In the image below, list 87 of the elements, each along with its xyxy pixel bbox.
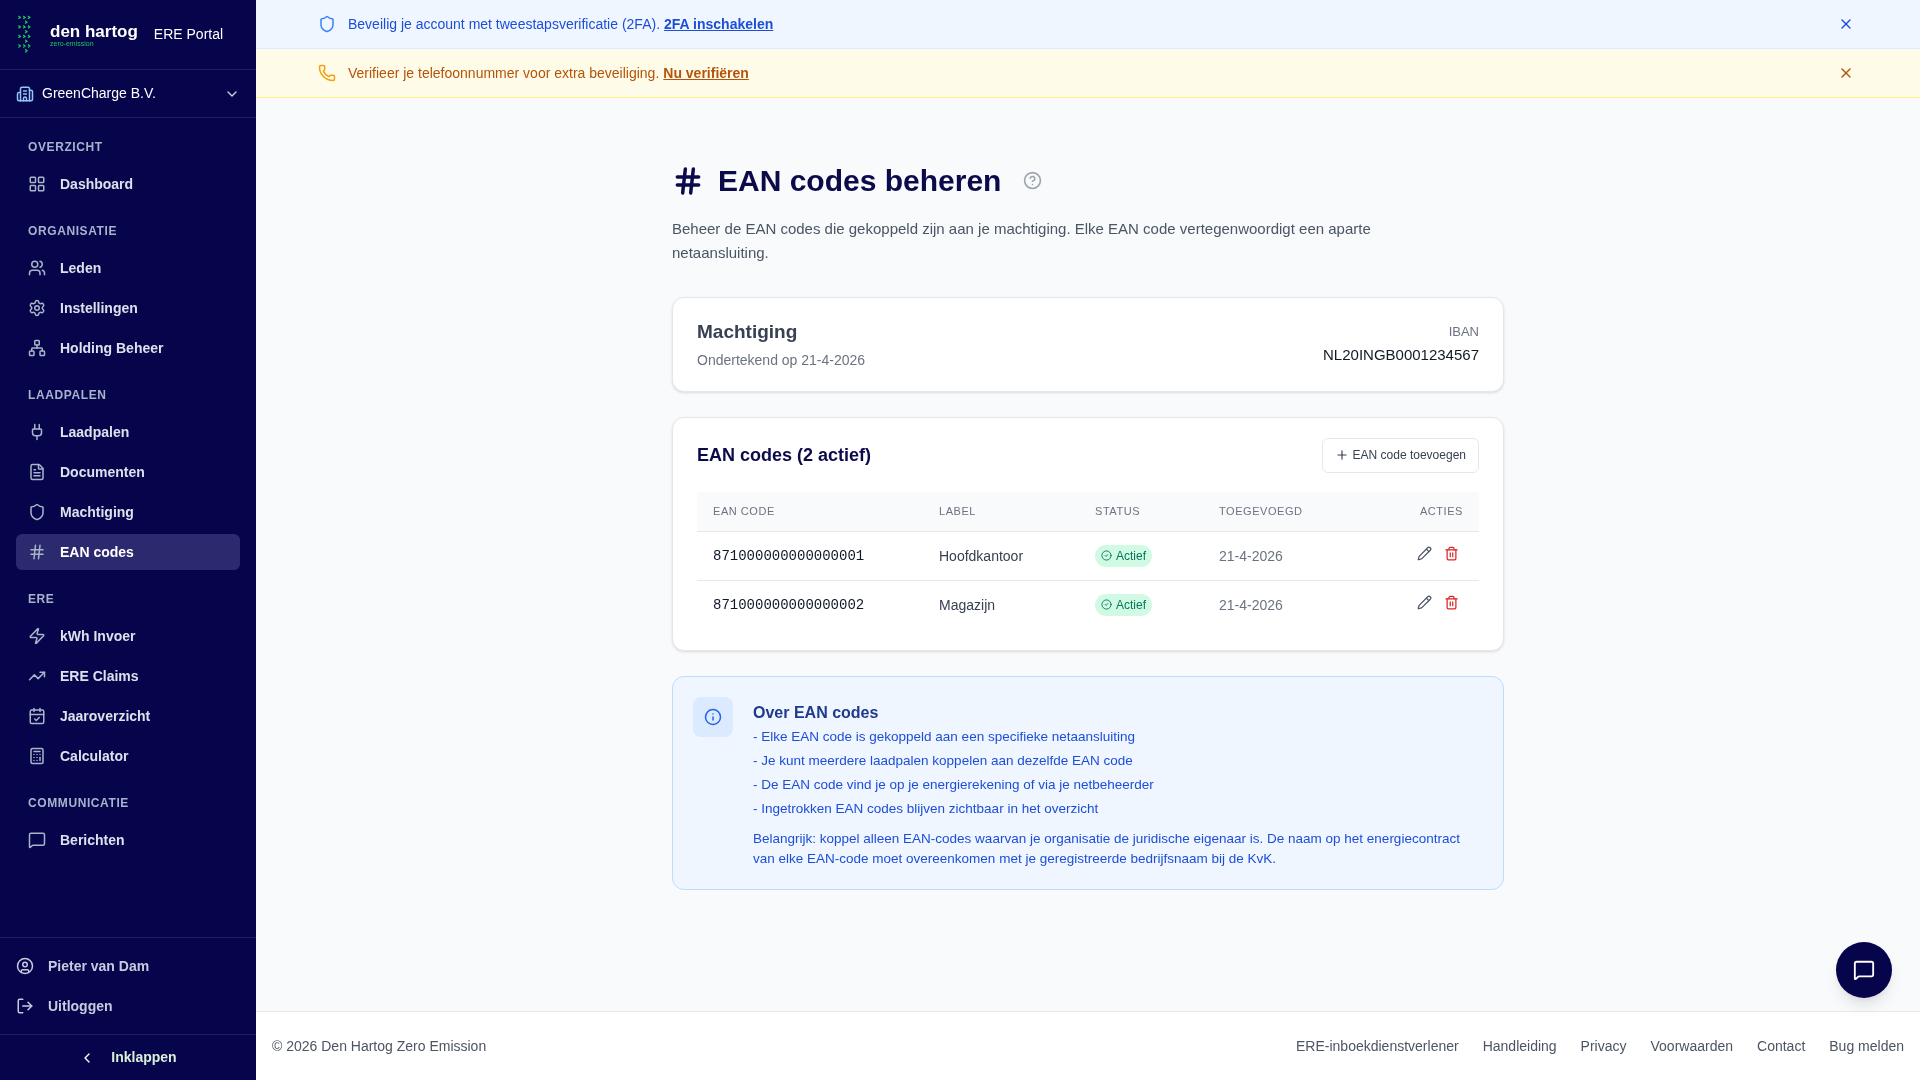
info-title: Over EAN codes: [753, 702, 880, 723]
column-header: ACTIES: [1368, 491, 1479, 532]
nav-item[interactable]: Dashboard: [16, 166, 240, 202]
phone-icon: [318, 64, 336, 82]
delete-icon[interactable]: [1444, 546, 1459, 561]
logout-icon: [16, 997, 34, 1015]
nav-item[interactable]: Machtiging: [16, 494, 240, 530]
chat-icon: [1853, 959, 1875, 981]
users-icon: [28, 259, 46, 277]
shield-icon: [28, 503, 46, 521]
table-cell: 21-4-2026: [1219, 580, 1369, 630]
table-cell: 871000000000000001: [697, 531, 939, 581]
info-bullet: - Elke EAN code is gekoppeld aan een specifieke netaansluiting: [753, 727, 1136, 746]
logo-wordmark: den hartog: [50, 22, 138, 40]
nav-section-title: LAADPALEN: [27, 387, 108, 404]
hash-icon: [28, 543, 46, 561]
plus-icon: [1334, 448, 1349, 462]
table-cell: 871000000000000002: [697, 580, 939, 630]
column-header: STATUS: [1095, 491, 1219, 532]
chat-button[interactable]: [1836, 942, 1892, 998]
check-icon: [1101, 550, 1112, 561]
card-title: EAN codes (2 actief): [697, 443, 872, 467]
banner-link[interactable]: Nu verifiëren: [663, 62, 749, 84]
status-badge: Actief: [1095, 593, 1152, 616]
table-cell: 21-4-2026: [1219, 531, 1369, 581]
portal-title: ERE Portal: [153, 25, 224, 44]
lightning-icon: [28, 627, 46, 645]
message-icon: [28, 831, 46, 849]
settings-icon: [28, 299, 46, 317]
banner-text: Verifieer je telefoonnummer voor extra beveiliging.: [348, 63, 660, 83]
footer-link[interactable]: Handleiding: [1482, 1035, 1557, 1057]
user-icon: [16, 957, 34, 975]
nav-item[interactable]: Laadpalen: [16, 414, 240, 450]
nav-item[interactable]: Jaaroverzicht: [16, 698, 240, 734]
nav-item[interactable]: Instellingen: [16, 290, 240, 326]
add-ean-button[interactable]: EAN code toevoegen: [1321, 437, 1479, 473]
iban-value: NL20INGB0001234567: [1323, 345, 1479, 366]
page-title: EAN codes beheren: [718, 163, 1002, 199]
nav-section-title: ERE: [27, 591, 56, 608]
dashboard-icon: [28, 175, 46, 193]
building-icon: [16, 84, 34, 103]
signed-date: Ondertekend op 21-4-2026: [697, 350, 866, 370]
nav-section-title: ORGANISATIE: [27, 223, 119, 240]
nav-item[interactable]: Berichten: [16, 822, 240, 858]
nav-section-title: OVERZICHT: [27, 139, 104, 156]
column-header: TOEGEVOEGD: [1219, 491, 1369, 532]
nav-item[interactable]: Documenten: [16, 454, 240, 490]
nav-item[interactable]: EAN codes: [16, 534, 240, 570]
shield-icon: [318, 15, 336, 33]
nav-item[interactable]: Leden: [16, 250, 240, 286]
calendar-icon: [28, 707, 46, 725]
nav-item[interactable]: kWh Invoer: [16, 618, 240, 654]
banner-text: Beveilig je account met tweestapsverificatie (2FA).: [348, 14, 661, 34]
footer-link[interactable]: ERE-inboekdienstverlener: [1296, 1035, 1459, 1057]
hierarchy-icon: [28, 339, 46, 357]
column-header: EAN CODE: [697, 491, 939, 532]
calculator-icon: [28, 747, 46, 765]
nav-item[interactable]: Calculator: [16, 738, 240, 774]
delete-icon[interactable]: [1444, 595, 1459, 611]
info-bullet: - De EAN code vind je op je energierekening of via je netbeheerder: [753, 775, 1155, 794]
edit-icon[interactable]: [1417, 546, 1432, 561]
document-icon: [28, 463, 46, 481]
footer-link[interactable]: Contact: [1757, 1035, 1806, 1057]
footer-link[interactable]: Voorwaarden: [1650, 1035, 1734, 1057]
info-note: Belangrijk: koppel alleen EAN-codes waarvan je organisatie de juridische eigenaar is. De naam op het energiecontract van elke EAN-code moet overeenkomen met je geregistreerde bedrijfsnaam bij de KvK.: [753, 829, 1461, 868]
edit-icon[interactable]: [1417, 595, 1432, 611]
info-icon: [704, 707, 722, 726]
table-cell: Hoofdkantoor: [939, 531, 1095, 581]
nav-section-title: COMMUNICATIE: [27, 795, 130, 812]
info-bullet: - Ingetrokken EAN codes blijven zichtbaar in het overzicht: [753, 799, 1100, 818]
page-description: Beheer de EAN codes die gekoppeld zijn aan je machtiging. Elke EAN code vertegenwoordigt een aparte netaansluiting.: [672, 219, 1372, 263]
nav-item[interactable]: Holding Beheer: [16, 330, 240, 366]
logout-button[interactable]: Uitloggen: [0, 986, 256, 1026]
footer-link[interactable]: Bug melden: [1829, 1035, 1904, 1057]
card-title: Machtiging: [697, 320, 799, 344]
status-badge: Actief: [1095, 544, 1152, 567]
user-profile-button[interactable]: Pieter van Dam: [0, 946, 256, 986]
column-header: LABEL: [939, 491, 1095, 532]
table-cell: Magazijn: [939, 580, 1095, 630]
footer-link[interactable]: Privacy: [1580, 1035, 1627, 1057]
check-icon: [1101, 599, 1112, 611]
nav-item[interactable]: ERE Claims: [16, 658, 240, 694]
copyright-text: © 2026 Den Hartog Zero Emission: [272, 1036, 487, 1056]
info-bullet: - Je kunt meerdere laadpalen koppelen aan dezelfde EAN code: [753, 751, 1134, 770]
iban-label: IBAN: [1448, 322, 1479, 341]
organization-selector[interactable]: GreenCharge B.V.: [0, 70, 256, 118]
banner-link[interactable]: 2FA inschakelen: [664, 13, 774, 35]
